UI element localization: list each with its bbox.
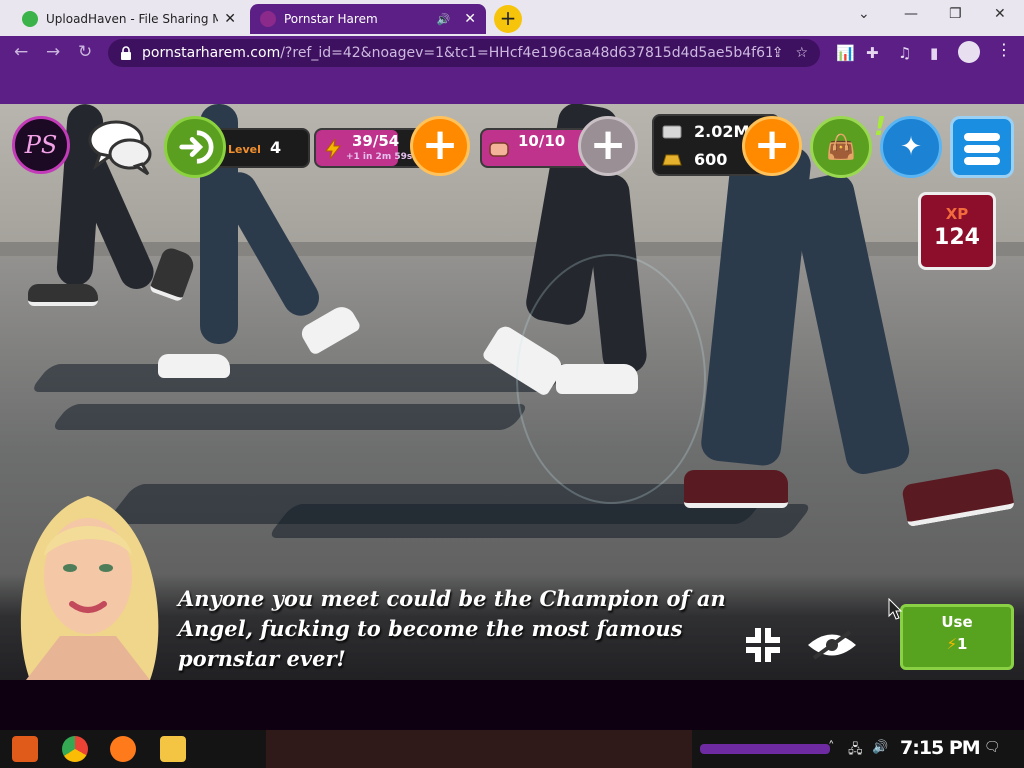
game-logo[interactable]: PS	[12, 116, 70, 174]
shadow	[29, 364, 571, 392]
start-menu-icon[interactable]	[12, 736, 38, 762]
girl-portrait-icon	[20, 496, 159, 680]
url-text: pornstarharem.com/?ref_id=42&noagev=1&tc…	[142, 45, 772, 61]
network-icon[interactable]: 🖧	[848, 740, 863, 762]
fullscreen-icon[interactable]	[744, 626, 782, 664]
audio-playing-icon[interactable]: 🔊	[437, 13, 451, 26]
buy-energy-button[interactable]: +	[410, 116, 470, 176]
gold-bar-icon	[662, 154, 682, 165]
background-curb	[0, 242, 1024, 256]
bookmark-star-icon[interactable]: ☆	[795, 45, 808, 61]
taskbar-clock[interactable]: 7:15 PM	[900, 737, 981, 759]
menu-line	[964, 157, 1000, 165]
energy-timer: +1 in 2m 59s	[346, 152, 413, 162]
minimize-icon[interactable]: —	[904, 6, 918, 22]
taskbar-bar-graphic	[700, 744, 830, 754]
firefox-taskbar-icon[interactable]	[110, 736, 136, 762]
page-bottom-bar	[0, 680, 1024, 730]
close-tab-icon[interactable]: ✕	[464, 11, 476, 27]
walker-shoe	[684, 470, 788, 508]
xp-value: 124	[934, 225, 980, 250]
page-top-bar	[0, 70, 1024, 104]
extensions-puzzle-icon[interactable]: ✚	[866, 44, 879, 62]
dialogue-text: Anyone you meet could be the Champion of…	[178, 586, 726, 671]
volume-icon[interactable]: 🔊	[872, 740, 888, 755]
extension-stats-icon[interactable]: 📊	[836, 44, 855, 62]
gold-value: 600	[694, 150, 728, 169]
windows-taskbar: ˄ 🖧 🔊 7:15 PM 🗨	[0, 730, 1024, 768]
lightning-icon	[325, 138, 342, 160]
game-menu-button[interactable]	[950, 116, 1014, 178]
back-arrow-icon[interactable]: ←	[14, 42, 28, 62]
restore-icon[interactable]: ❐	[949, 6, 962, 22]
side-panel-icon[interactable]: ▮	[930, 44, 938, 62]
energy-value: 39/54	[352, 132, 400, 150]
money-value: 2.02M	[694, 122, 750, 141]
gold-row: 600	[662, 150, 727, 169]
lock-icon	[121, 46, 131, 60]
address-bar[interactable]: pornstarharem.com/?ref_id=42&noagev=1&tc…	[108, 39, 820, 67]
window-close-icon[interactable]: ✕	[994, 6, 1006, 22]
chat-bubbles-icon[interactable]	[88, 116, 154, 176]
sparkle-icon: ✦	[900, 132, 922, 162]
ghost-overlay	[516, 254, 706, 504]
special-sparkle-button[interactable]: ✦	[880, 116, 942, 178]
use-cost: ⚡1	[946, 635, 968, 653]
walker-shoe	[901, 466, 1015, 528]
level-value: 4	[269, 138, 282, 157]
tab-uploadhaven[interactable]: UploadHaven - File Sharing Ma ✕	[12, 4, 246, 34]
walker-shoe	[158, 354, 230, 378]
buy-currency-button[interactable]: +	[742, 116, 802, 176]
new-tab-button[interactable]: +	[494, 5, 522, 33]
tab-search-icon[interactable]: ⌄	[858, 6, 870, 22]
chrome-taskbar-icon[interactable]	[62, 736, 88, 762]
shadow	[266, 504, 814, 538]
reload-icon[interactable]: ↻	[78, 42, 92, 62]
game-canvas[interactable]: PS Level 4 39/54 +1 in 2m 59s + 10/10 + …	[0, 104, 1024, 680]
tab-strip: UploadHaven - File Sharing Ma ✕ Pornstar…	[0, 0, 1024, 36]
browser-toolbar: ← → ↻ pornstarharem.com/?ref_id=42&noage…	[0, 36, 1024, 70]
forward-arrow-icon[interactable]: →	[46, 42, 60, 62]
taskbar-preview-strip	[266, 730, 692, 768]
cash-icon	[662, 125, 682, 138]
go-arrow-button[interactable]	[164, 116, 226, 178]
media-control-icon[interactable]: ♫	[898, 44, 911, 62]
tray-chevron-icon[interactable]: ˄	[828, 740, 835, 755]
level-label: Level	[228, 143, 261, 156]
xp-label: XP	[945, 205, 969, 223]
use-button[interactable]: Use ⚡1	[900, 604, 1014, 670]
notifications-icon[interactable]: 🗨	[984, 740, 1001, 755]
shop-bag-button[interactable]: 👜	[810, 116, 872, 178]
hide-eye-icon[interactable]	[806, 630, 858, 660]
mouse-cursor-icon	[888, 598, 902, 620]
tokens-value: 10/10	[518, 132, 566, 150]
tab-pornstar-harem[interactable]: Pornstar Harem 🔊 ✕	[250, 4, 486, 34]
share-icon[interactable]: ⇪	[772, 45, 784, 61]
lightning-icon: ⚡	[946, 635, 958, 653]
tab-title: Pornstar Harem	[284, 12, 378, 26]
walker-shoe	[28, 284, 98, 306]
enter-arrow-icon	[179, 130, 214, 164]
close-tab-icon[interactable]: ✕	[224, 11, 236, 27]
menu-line	[964, 133, 1000, 141]
file-explorer-icon[interactable]	[160, 736, 186, 762]
buy-tokens-button[interactable]: +	[578, 116, 638, 176]
menu-line	[964, 145, 1000, 153]
level-display: Level 4	[218, 128, 310, 168]
xp-badge: XP 124	[918, 192, 996, 270]
pornstar-harem-favicon-icon	[260, 11, 276, 27]
shadow	[49, 404, 531, 430]
uploadhaven-favicon-icon	[22, 11, 38, 27]
chrome-menu-icon[interactable]: ⋮	[996, 40, 1012, 59]
fist-icon	[489, 142, 509, 157]
profile-avatar[interactable]	[958, 41, 980, 63]
tab-title: UploadHaven - File Sharing Ma	[46, 12, 219, 26]
shopping-bag-icon: 👜	[826, 133, 856, 161]
money-row: 2.02M	[662, 122, 749, 141]
use-label: Use	[941, 613, 973, 631]
